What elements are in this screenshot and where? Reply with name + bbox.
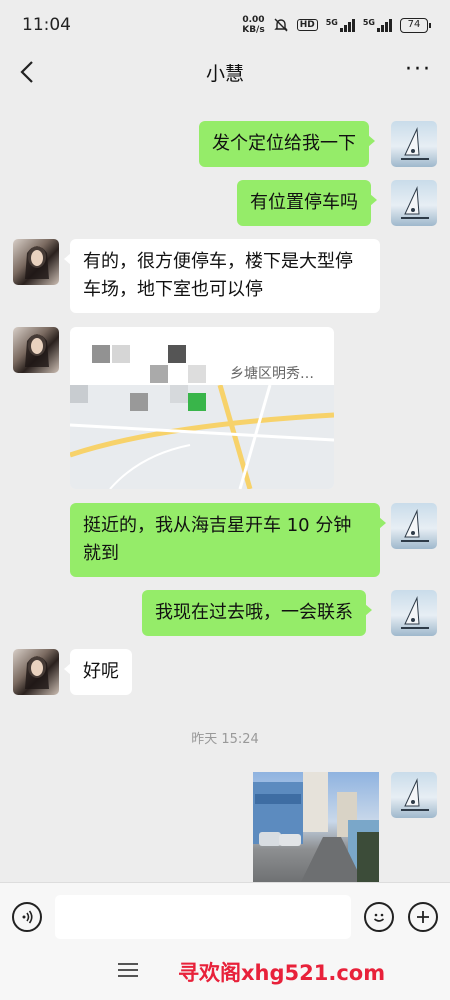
net-speed: 0.00 KB/s [242, 15, 264, 35]
status-icons: 0.00 KB/s HD 5G 5G 74 [242, 15, 431, 35]
contact-avatar[interactable] [13, 649, 59, 695]
my-avatar[interactable] [391, 503, 437, 549]
message-bubble-sent[interactable]: 我现在过去哦，一会联系 [142, 590, 372, 636]
input-bar: 寻欢阁xhg521.com [0, 882, 450, 1000]
chat-header: 小慧 ··· [0, 50, 450, 94]
voice-icon[interactable] [12, 902, 42, 932]
message-bubble-sent[interactable]: 挺近的，我从海吉星开车 10 分钟就到 [70, 503, 386, 577]
hd-badge: HD [296, 19, 318, 31]
net-speed-unit: KB/s [242, 25, 265, 35]
watermark-text: 寻欢阁xhg521.com [178, 961, 386, 985]
my-avatar[interactable] [391, 590, 437, 636]
signal-label-2: 5G [362, 18, 375, 27]
message-bubble-received[interactable]: 好呢 [64, 649, 132, 695]
message-bubble-sent[interactable]: 有位置停车吗 [237, 180, 377, 226]
message-input[interactable] [55, 895, 351, 939]
my-avatar[interactable] [391, 772, 437, 818]
timestamp: 昨天 15:24 [191, 732, 259, 747]
contact-avatar[interactable] [13, 327, 59, 373]
signal-label-1: 5G [325, 18, 338, 27]
message-bubble-received[interactable]: 有的，很方便停车，楼下是大型停车场，地下室也可以停 [64, 239, 380, 313]
net-speed-value: 0.00 [242, 15, 265, 25]
battery-icon: 74 [400, 17, 431, 33]
emoji-icon[interactable] [364, 902, 394, 932]
menu-icon[interactable] [118, 963, 138, 981]
image-message[interactable] [253, 772, 379, 882]
mute-bell-icon [274, 18, 288, 32]
message-list[interactable]: 发个定位给我一下 有位置停车吗 有的，很方便停车，楼下是大型停车场，地下室也可以… [0, 96, 450, 882]
status-bar: 11:04 0.00 KB/s HD 5G 5G 74 [0, 0, 450, 50]
signal-icon-1: 5G [326, 18, 355, 32]
my-avatar[interactable] [391, 121, 437, 167]
signal-icon-2: 5G [363, 18, 392, 32]
location-address: 乡塘区明秀… [230, 366, 314, 382]
message-bubble-sent[interactable]: 发个定位给我一下 [199, 121, 375, 167]
my-avatar[interactable] [391, 180, 437, 226]
chat-title: 小慧 [205, 62, 244, 85]
back-icon[interactable] [16, 58, 40, 86]
plus-icon[interactable] [408, 902, 438, 932]
status-time: 11:04 [22, 15, 71, 35]
more-icon[interactable]: ··· [405, 58, 432, 82]
contact-avatar[interactable] [13, 239, 59, 285]
map-preview [70, 384, 334, 489]
location-card[interactable]: 乡塘区明秀… [70, 327, 334, 489]
